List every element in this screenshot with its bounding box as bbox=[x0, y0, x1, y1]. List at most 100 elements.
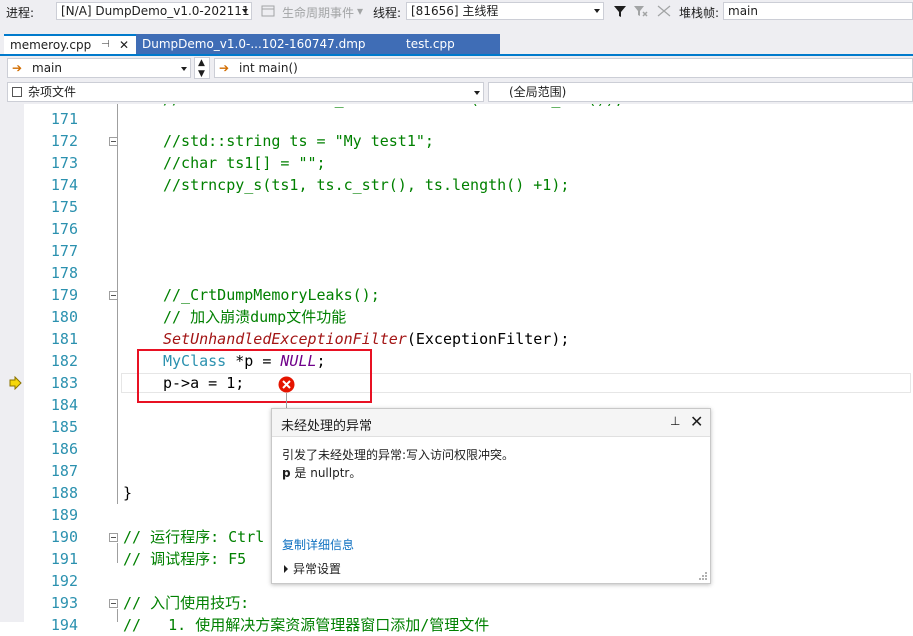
thread-dropdown[interactable]: [81656] 主线程 bbox=[406, 2, 604, 20]
line-number: 174 bbox=[50, 176, 78, 194]
popup-title: 未经处理的异常 bbox=[281, 419, 373, 434]
chevron-down-icon bbox=[242, 9, 248, 13]
clear-filter-icon[interactable] bbox=[632, 3, 648, 19]
line-number: 194 bbox=[50, 616, 78, 634]
process-dropdown[interactable]: [N/A] DumpDemo_v1.0-202111 bbox=[56, 2, 252, 20]
line-number: 178 bbox=[50, 264, 78, 282]
outline-guide bbox=[117, 609, 118, 622]
function-name: SetUnhandledExceptionFilter bbox=[163, 330, 407, 348]
collapse-region-icon[interactable] bbox=[109, 533, 118, 542]
chevron-down-icon[interactable]: ▼ bbox=[198, 65, 205, 78]
exception-popup[interactable]: 未经处理的异常 ⊥ ✕ 引发了未经处理的异常:写入访问权限冲突。 p 是 nul… bbox=[271, 408, 711, 584]
flag-threads-icon[interactable] bbox=[656, 3, 672, 19]
code-line: // 调试程序: F5 bbox=[123, 550, 247, 568]
line-number: 187 bbox=[50, 462, 78, 480]
collapse-region-icon[interactable] bbox=[109, 137, 118, 146]
outline-guide bbox=[117, 543, 118, 563]
code-line: // 1. 使用解决方案资源管理器窗口添加/管理文件 bbox=[123, 616, 490, 634]
close-tab-icon[interactable]: ✕ bbox=[119, 36, 129, 54]
lifecycle-events-icon bbox=[261, 5, 275, 17]
code-line: // 运行程序: Ctrl bbox=[123, 528, 265, 546]
popup-header: 未经处理的异常 ⊥ ✕ bbox=[272, 409, 710, 437]
variable-name: p bbox=[282, 466, 291, 480]
expand-arrow-icon bbox=[284, 565, 288, 573]
tab-dumpdemo-dmp[interactable]: DumpDemo_v1.0-...102-160747.dmp bbox=[136, 34, 386, 54]
chevron-down-icon bbox=[594, 9, 600, 13]
line-number: 176 bbox=[50, 220, 78, 238]
error-icon[interactable] bbox=[278, 376, 295, 393]
copy-details-link[interactable]: 复制详细信息 bbox=[282, 536, 354, 553]
detail-text: 是 nullptr。 bbox=[290, 466, 362, 480]
tab-test-cpp[interactable]: test.cpp bbox=[386, 34, 500, 54]
project-value: 杂项文件 bbox=[28, 85, 77, 99]
collapse-region-icon[interactable] bbox=[109, 291, 118, 300]
line-number: 191 bbox=[50, 550, 78, 568]
global-scope-value: (全局范围) bbox=[509, 85, 567, 99]
line-number: 185 bbox=[50, 418, 78, 436]
line-number: 171 bbox=[50, 110, 78, 128]
stackframe-dropdown[interactable]: main bbox=[723, 2, 913, 20]
global-scope-dropdown[interactable]: (全局范围) bbox=[488, 82, 913, 102]
scope-dropdown[interactable]: ➔ main bbox=[7, 58, 191, 78]
tab-label: memeroy.cpp bbox=[10, 38, 92, 52]
resize-grip-icon[interactable] bbox=[698, 571, 708, 581]
arrow-right-icon: ➔ bbox=[219, 61, 230, 75]
line-number: 179 bbox=[50, 286, 78, 304]
pin-tab-icon[interactable]: ⊣ bbox=[101, 36, 110, 54]
process-value: [N/A] DumpDemo_v1.0-202111 bbox=[61, 4, 250, 18]
code-line: // 入门使用技巧: bbox=[123, 594, 250, 612]
code-line: //std::string ts = "My test1"; bbox=[163, 132, 434, 150]
scope-value: main bbox=[32, 61, 62, 75]
file-icon bbox=[12, 87, 22, 97]
exception-message: 引发了未经处理的异常:写入访问权限冲突。 bbox=[282, 448, 515, 462]
collapse-region-icon[interactable] bbox=[109, 599, 118, 608]
stackframe-value: main bbox=[728, 4, 758, 18]
line-number: 193 bbox=[50, 594, 78, 612]
nav-spinner[interactable]: ▲ ▼ bbox=[194, 57, 210, 79]
member-value: int main() bbox=[239, 61, 298, 75]
exception-settings-toggle[interactable]: 异常设置 bbox=[284, 560, 341, 577]
line-number: 182 bbox=[50, 352, 78, 370]
code-line: //strncpy_s(ts1, ts.c_str(), ts.length()… bbox=[163, 176, 570, 194]
line-number: 186 bbox=[50, 440, 78, 458]
indicator-margin[interactable] bbox=[0, 104, 24, 622]
instruction-pointer-icon[interactable] bbox=[9, 376, 23, 390]
thread-label: 线程: bbox=[373, 6, 402, 20]
code-line: //char ts1[] = ""; bbox=[163, 154, 326, 172]
stackframe-label: 堆栈帧: bbox=[679, 6, 720, 20]
member-dropdown[interactable]: ➔ int main() bbox=[214, 58, 913, 78]
tab-label: DumpDemo_v1.0-...102-160747.dmp bbox=[142, 37, 366, 51]
process-label: 进程: bbox=[6, 6, 35, 20]
tab-memeroy-cpp[interactable]: memeroy.cpp ⊣ ✕ bbox=[4, 34, 136, 54]
line-number: 172 bbox=[50, 132, 78, 150]
line-number: 181 bbox=[50, 330, 78, 348]
exception-settings-label: 异常设置 bbox=[293, 562, 342, 576]
code-line: SetUnhandledExceptionFilter(ExceptionFil… bbox=[163, 328, 569, 350]
close-icon[interactable]: ✕ bbox=[690, 412, 703, 431]
exception-detail: p 是 nullptr。 bbox=[282, 464, 361, 481]
filter-icon[interactable] bbox=[612, 3, 628, 19]
line-number: 189 bbox=[50, 506, 78, 524]
line-number: 188 bbox=[50, 484, 78, 502]
lifecycle-dropdown-icon[interactable]: ▾ bbox=[357, 4, 363, 18]
popup-connector bbox=[286, 393, 287, 408]
chevron-down-icon bbox=[474, 91, 480, 95]
project-dropdown[interactable]: 杂项文件 bbox=[7, 82, 484, 102]
line-number: 190 bbox=[50, 528, 78, 546]
debug-toolbar: 进程: [N/A] DumpDemo_v1.0-202111 生命周期事件 ▾ … bbox=[0, 0, 913, 25]
line-number: 183 bbox=[50, 374, 78, 392]
highlight-box bbox=[137, 349, 372, 403]
line-number: 173 bbox=[50, 154, 78, 172]
code-line: //_CrtDumpMemoryLeaks(); bbox=[163, 286, 380, 304]
line-number: 177 bbox=[50, 242, 78, 260]
code-line: // 加入崩溃dump文件功能 bbox=[163, 308, 347, 326]
line-number: 184 bbox=[50, 396, 78, 414]
outline-guide bbox=[117, 104, 118, 504]
code-line: } bbox=[123, 484, 133, 502]
line-number: 192 bbox=[50, 572, 78, 590]
line-number: 175 bbox=[50, 198, 78, 216]
line-number: 180 bbox=[50, 308, 78, 326]
lifecycle-events-button[interactable]: 生命周期事件 bbox=[282, 4, 354, 21]
pin-icon[interactable]: ⊥ bbox=[670, 414, 680, 428]
chevron-down-icon bbox=[181, 67, 187, 71]
